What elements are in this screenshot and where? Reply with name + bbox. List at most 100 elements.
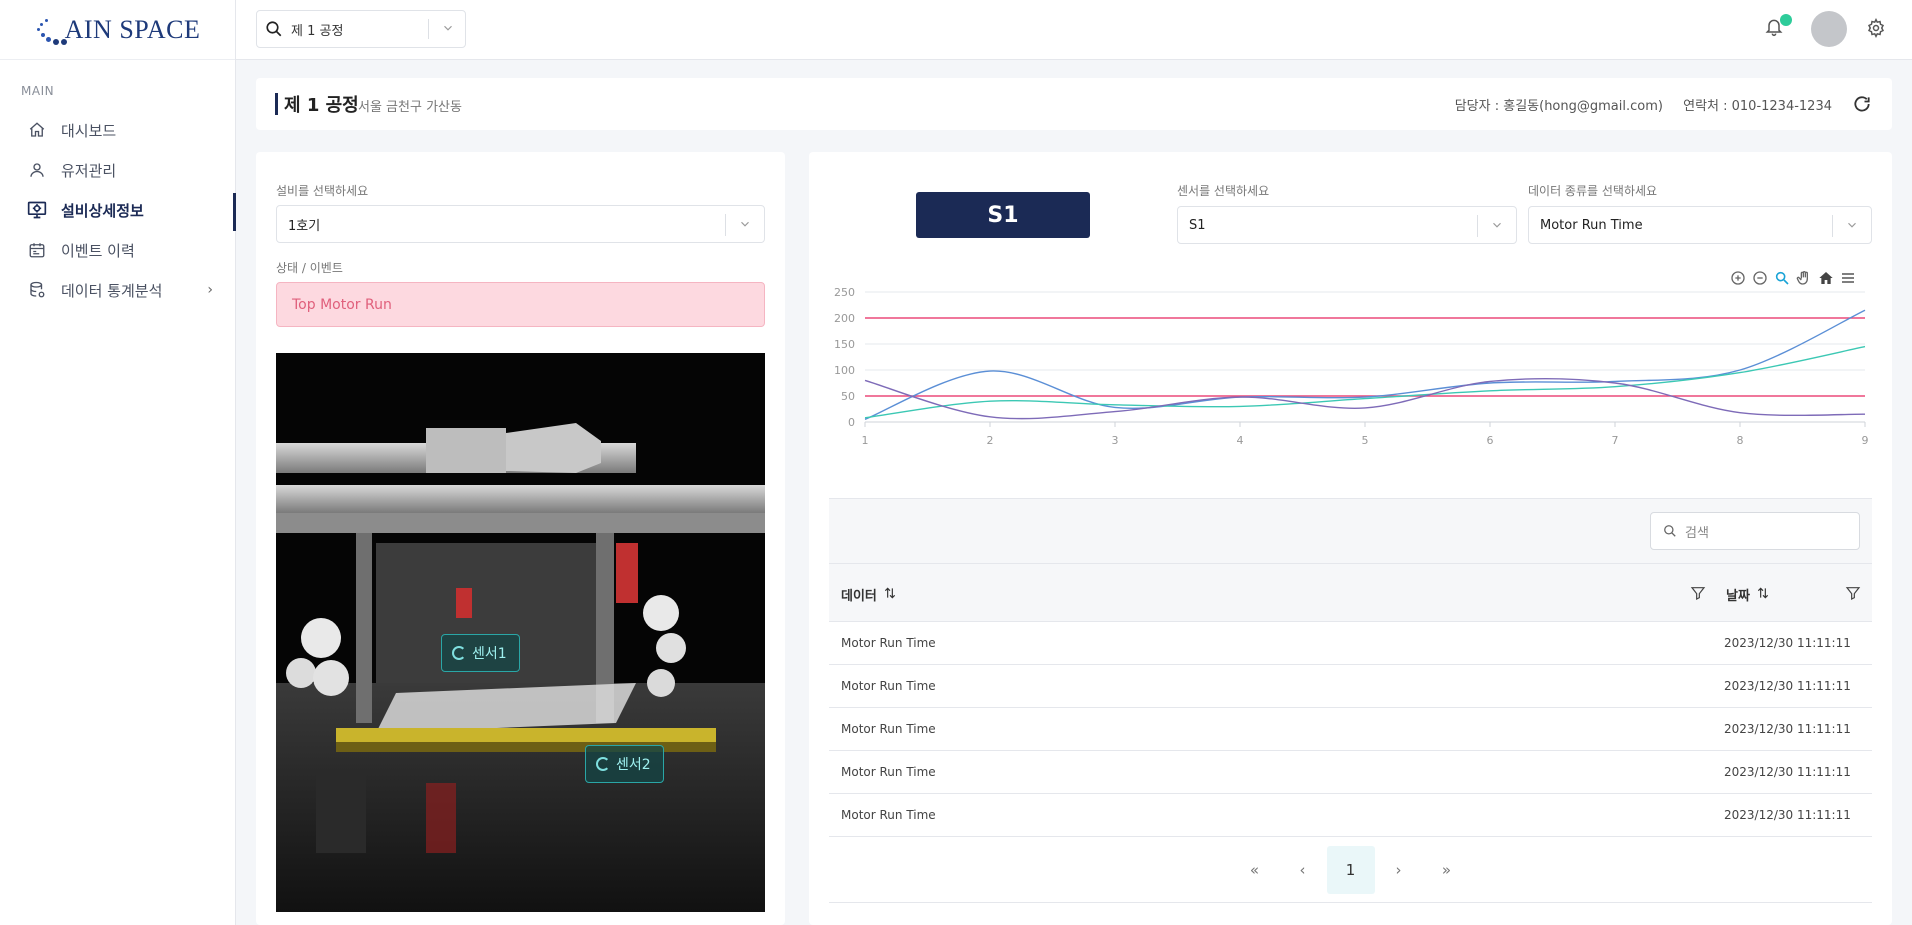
- table-toolbar: 검색: [829, 498, 1872, 564]
- sidebar: AIN SPACE MAIN 대시보드 유저관리 설비상세정보 이벤트 이력 데…: [0, 0, 236, 925]
- cell-date: 2023/12/30 11:11:11: [1724, 636, 1851, 650]
- series-line-2: [864, 345, 1866, 419]
- notification-dot: [1780, 14, 1792, 26]
- database-icon: [27, 280, 47, 300]
- x-tick-label: 3: [1112, 434, 1119, 447]
- home-icon: [27, 120, 47, 140]
- column-header-date[interactable]: 날짜: [1726, 585, 1770, 604]
- sensor-line-chart: 0 50 100 150 200 250 1 2 3 4 5 6 7 8 9: [834, 286, 1869, 447]
- equipment-select[interactable]: 1호기: [276, 205, 765, 243]
- cell-data: Motor Run Time: [841, 808, 936, 822]
- spinner-icon: [596, 757, 610, 771]
- datatype-select[interactable]: Motor Run Time: [1528, 206, 1872, 244]
- cell-data: Motor Run Time: [841, 636, 936, 650]
- cell-data: Motor Run Time: [841, 765, 936, 779]
- topbar: 제 1 공정: [236, 0, 1912, 60]
- table-row[interactable]: Motor Run Time 2023/12/30 11:11:11: [829, 708, 1872, 751]
- page-button-current[interactable]: 1: [1326, 845, 1375, 894]
- sensor-tag-label: 센서1: [472, 646, 507, 662]
- sensor-tag-2[interactable]: 센서2: [585, 745, 664, 783]
- sidebar-item-users[interactable]: 유저관리: [0, 150, 235, 190]
- column-header-data[interactable]: 데이터: [841, 585, 897, 604]
- cell-data: Motor Run Time: [841, 722, 936, 736]
- x-tick-label: 1: [862, 434, 869, 447]
- factory-select-value: 제 1 공정: [291, 23, 344, 39]
- cell-date: 2023/12/30 11:11:11: [1724, 808, 1851, 822]
- next-page-button[interactable]: ›: [1375, 846, 1423, 894]
- y-tick-label: 100: [834, 364, 855, 377]
- chevron-down-icon: [1845, 218, 1859, 236]
- sensor-select-value: S1: [1189, 217, 1206, 233]
- sidebar-item-dashboard[interactable]: 대시보드: [0, 110, 235, 150]
- table-header: 데이터 날짜: [829, 564, 1872, 622]
- gear-icon[interactable]: [1866, 17, 1886, 42]
- y-tick-label: 50: [841, 390, 855, 403]
- equipment-select-label: 설비를 선택하세요: [276, 184, 369, 198]
- x-tick-label: 6: [1487, 434, 1494, 447]
- logo[interactable]: AIN SPACE: [0, 0, 235, 60]
- spinner-icon: [452, 646, 466, 660]
- sidebar-item-label: 유저관리: [61, 161, 117, 180]
- cell-date: 2023/12/30 11:11:11: [1724, 765, 1851, 779]
- pagination: « ‹ 1 › »: [829, 837, 1872, 903]
- sidebar-item-data-analysis[interactable]: 데이터 통계분석 ›: [0, 270, 235, 310]
- calendar-icon: [27, 240, 47, 260]
- y-tick-label: 200: [834, 312, 855, 325]
- sensor-select[interactable]: S1: [1177, 206, 1517, 244]
- table-row[interactable]: Motor Run Time 2023/12/30 11:11:11: [829, 665, 1872, 708]
- nav-section-title: MAIN: [21, 84, 55, 98]
- y-tick-label: 150: [834, 338, 855, 351]
- datatype-select-value: Motor Run Time: [1540, 217, 1643, 233]
- sidebar-item-event-history[interactable]: 이벤트 이력: [0, 230, 235, 270]
- sidebar-item-equipment-detail[interactable]: 설비상세정보: [0, 190, 236, 231]
- sidebar-item-label: 설비상세정보: [61, 201, 144, 220]
- table-row[interactable]: Motor Run Time 2023/12/30 11:11:11: [829, 622, 1872, 665]
- x-tick-label: 9: [1862, 434, 1869, 447]
- cell-data: Motor Run Time: [841, 679, 936, 693]
- series-line-1: [864, 309, 1866, 421]
- x-tick-label: 5: [1362, 434, 1369, 447]
- table-row[interactable]: Motor Run Time 2023/12/30 11:11:11: [829, 794, 1872, 837]
- factory-select[interactable]: 제 1 공정: [256, 10, 466, 48]
- last-page-button[interactable]: »: [1423, 846, 1471, 894]
- status-badge: Top Motor Run: [276, 282, 765, 327]
- sensor-tag-1[interactable]: 센서1: [441, 634, 520, 672]
- sensor-tag-label: 센서2: [616, 757, 651, 773]
- sort-icon: [1756, 586, 1770, 604]
- page-header: 제 1 공정 서울 금천구 가산동 담당자 : 홍길동(hong@gmail.c…: [256, 78, 1892, 130]
- equipment-panel: 설비를 선택하세요 1호기 상태 / 이벤트 Top Motor Run 센서1…: [256, 152, 785, 925]
- sensor-badge: S1: [916, 192, 1090, 238]
- cell-date: 2023/12/30 11:11:11: [1724, 722, 1851, 736]
- first-page-button[interactable]: «: [1231, 846, 1279, 894]
- status-label: 상태 / 이벤트: [276, 261, 343, 275]
- search-placeholder: 검색: [1685, 525, 1709, 541]
- x-tick-label: 8: [1737, 434, 1744, 447]
- sidebar-item-label: 데이터 통계분석: [61, 281, 163, 300]
- user-icon: [27, 160, 47, 180]
- search-icon: [265, 20, 283, 38]
- logo-mark-icon: [35, 15, 69, 45]
- contact-info: 담당자 : 홍길동(hong@gmail.com) 연락처 : 010-1234…: [1439, 95, 1832, 114]
- x-tick-label: 7: [1612, 434, 1619, 447]
- x-tick-label: 2: [987, 434, 994, 447]
- search-icon: [1663, 524, 1677, 542]
- refresh-icon[interactable]: [1852, 94, 1872, 118]
- prev-page-button[interactable]: ‹: [1279, 846, 1327, 894]
- avatar[interactable]: [1811, 11, 1847, 47]
- filter-icon[interactable]: [1690, 584, 1706, 606]
- contact-phone: 연락처 : 010-1234-1234: [1683, 99, 1832, 114]
- table-search-input[interactable]: 검색: [1650, 512, 1860, 550]
- table-row[interactable]: Motor Run Time 2023/12/30 11:11:11: [829, 751, 1872, 794]
- data-table: 검색 데이터 날짜 Motor Run Time 2023/12/30 11:1…: [829, 498, 1872, 903]
- chevron-down-icon: [1490, 218, 1504, 236]
- machine-illustration: [276, 423, 765, 912]
- monitor-icon: [27, 200, 47, 220]
- sidebar-item-label: 이벤트 이력: [61, 241, 135, 260]
- filter-icon[interactable]: [1845, 584, 1861, 606]
- equipment-select-value: 1호기: [288, 218, 321, 234]
- page-subtitle: 서울 금천구 가산동: [358, 100, 462, 115]
- chevron-down-icon: [738, 217, 752, 235]
- chevron-right-icon: ›: [207, 282, 213, 298]
- datatype-select-label: 데이터 종류를 선택하세요: [1528, 184, 1658, 198]
- y-tick-label: 250: [834, 286, 855, 299]
